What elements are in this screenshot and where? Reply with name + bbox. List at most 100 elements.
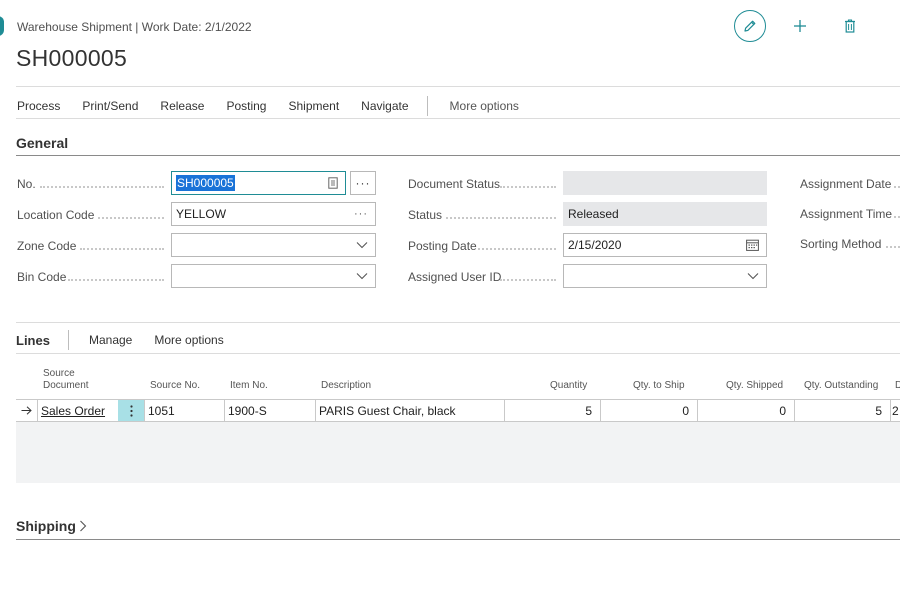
- assignment-time-dots: [894, 216, 900, 218]
- action-separator: [426, 96, 428, 116]
- cell-qty-shipped[interactable]: 0: [698, 400, 795, 421]
- sorting-method-dots: [886, 246, 900, 248]
- page-title: SH000005: [16, 45, 128, 71]
- col-qty-shipped[interactable]: Qty. Shipped: [726, 380, 783, 392]
- source-document-link[interactable]: Sales Order: [41, 404, 105, 418]
- sorting-method-label: Sorting Method: [800, 237, 882, 251]
- bin-code-field[interactable]: [171, 264, 376, 288]
- pencil-icon: [744, 20, 756, 32]
- general-divider: [16, 155, 900, 156]
- no-label: No.: [17, 177, 36, 191]
- action-print-send[interactable]: Print/Send: [82, 99, 138, 113]
- action-navigate[interactable]: Navigate: [361, 99, 408, 113]
- bin-code-label: Bin Code: [17, 270, 67, 284]
- col-source-document[interactable]: Source Document: [43, 368, 89, 392]
- lines-top-divider: [16, 322, 900, 323]
- status-field: Released: [563, 202, 767, 226]
- general-section-title[interactable]: General: [16, 135, 68, 151]
- no-field[interactable]: SH000005: [171, 171, 346, 195]
- table-row[interactable]: Sales Order 1051 1900-S PARIS Guest Chai…: [16, 399, 900, 422]
- vertical-ellipsis-icon: [129, 404, 133, 417]
- location-code-field[interactable]: YELLOW ···: [171, 202, 376, 226]
- cell-quantity[interactable]: 5: [505, 400, 601, 421]
- posting-date-field[interactable]: 2/15/2020: [563, 233, 767, 257]
- status-label: Status: [408, 208, 443, 222]
- breadcrumb: Warehouse Shipment | Work Date: 2/1/2022: [17, 20, 252, 34]
- cell-source-document[interactable]: Sales Order: [38, 400, 118, 421]
- cell-source-no[interactable]: 1051: [145, 400, 225, 421]
- posting-date-dots: [478, 248, 556, 250]
- shipping-title: Shipping: [16, 518, 76, 534]
- cell-qty-outstanding[interactable]: 5: [795, 400, 891, 421]
- status-dots: [446, 217, 556, 219]
- action-bar-divider: [16, 118, 900, 119]
- shipping-section-title[interactable]: Shipping: [16, 518, 87, 534]
- chevron-down-icon[interactable]: [747, 272, 759, 280]
- col-qty-outstanding[interactable]: Qty. Outstanding: [804, 380, 878, 392]
- action-process[interactable]: Process: [17, 99, 60, 113]
- location-lookup-icon[interactable]: ···: [354, 208, 368, 220]
- trash-icon: [845, 19, 855, 33]
- col-cut-off[interactable]: D: [895, 380, 900, 392]
- assigned-user-field[interactable]: [563, 264, 767, 288]
- chevron-down-icon[interactable]: [356, 241, 368, 249]
- header-divider: [16, 86, 900, 87]
- location-code-label: Location Code: [17, 208, 95, 222]
- doc-status-dots: [500, 186, 556, 188]
- lines-bar-divider: [16, 353, 900, 354]
- lines-manage[interactable]: Manage: [89, 333, 132, 347]
- left-edge-tab[interactable]: [0, 16, 4, 36]
- document-status-field: [563, 171, 767, 195]
- no-dots: [40, 186, 164, 188]
- posting-date-label: Posting Date: [408, 239, 477, 253]
- no-lookup-button[interactable]: ···: [350, 171, 376, 195]
- arrow-right-icon: [21, 406, 32, 415]
- cell-description[interactable]: PARIS Guest Chair, black: [316, 400, 505, 421]
- col-source-no[interactable]: Source No.: [150, 380, 200, 392]
- col-qty-to-ship[interactable]: Qty. to Ship: [633, 380, 685, 392]
- lines-action-bar: Lines Manage More options: [16, 330, 246, 350]
- lines-empty-area: [16, 422, 900, 483]
- lines-more-options[interactable]: More options: [154, 333, 223, 347]
- lines-title[interactable]: Lines: [16, 333, 50, 348]
- action-release[interactable]: Release: [160, 99, 204, 113]
- top-actions: [734, 10, 866, 42]
- document-status-label: Document Status: [408, 177, 501, 191]
- row-indicator: [16, 400, 38, 421]
- assignment-date-dots: [894, 186, 900, 188]
- bin-dots: [68, 279, 164, 281]
- action-more-options[interactable]: More options: [450, 99, 519, 113]
- no-value: SH000005: [176, 175, 235, 191]
- action-shipment[interactable]: Shipment: [288, 99, 339, 113]
- col-item-no[interactable]: Item No.: [230, 380, 268, 392]
- col-quantity[interactable]: Quantity: [550, 380, 587, 392]
- calendar-icon[interactable]: [746, 239, 759, 251]
- posting-date-value: 2/15/2020: [568, 238, 622, 252]
- assigned-user-label: Assigned User ID: [408, 270, 502, 284]
- edit-button[interactable]: [734, 10, 766, 42]
- row-menu-button[interactable]: [118, 400, 145, 421]
- col-description[interactable]: Description: [321, 380, 371, 392]
- assigned-user-dots: [500, 279, 556, 281]
- assignment-time-label: Assignment Time: [800, 207, 893, 221]
- action-posting[interactable]: Posting: [226, 99, 266, 113]
- chevron-down-icon[interactable]: [356, 272, 368, 280]
- cell-item-no[interactable]: 1900-S: [225, 400, 316, 421]
- delete-button[interactable]: [834, 10, 866, 42]
- zone-code-label: Zone Code: [17, 239, 77, 253]
- action-bar: Process Print/Send Release Posting Shipm…: [17, 96, 519, 116]
- status-value: Released: [568, 207, 619, 221]
- chevron-right-icon: [80, 520, 87, 532]
- location-dots: [98, 217, 164, 219]
- new-button[interactable]: [784, 10, 816, 42]
- plus-icon: [794, 20, 806, 32]
- assignment-date-label: Assignment Date: [800, 177, 892, 191]
- zone-code-field[interactable]: [171, 233, 376, 257]
- shipping-divider: [16, 539, 900, 540]
- assist-edit-icon[interactable]: [328, 177, 338, 189]
- cell-qty-to-ship[interactable]: 0: [601, 400, 698, 421]
- lines-separator: [67, 330, 69, 350]
- zone-dots: [80, 248, 164, 250]
- cell-cut-off[interactable]: 2: [891, 400, 900, 421]
- location-code-value: YELLOW: [176, 207, 227, 221]
